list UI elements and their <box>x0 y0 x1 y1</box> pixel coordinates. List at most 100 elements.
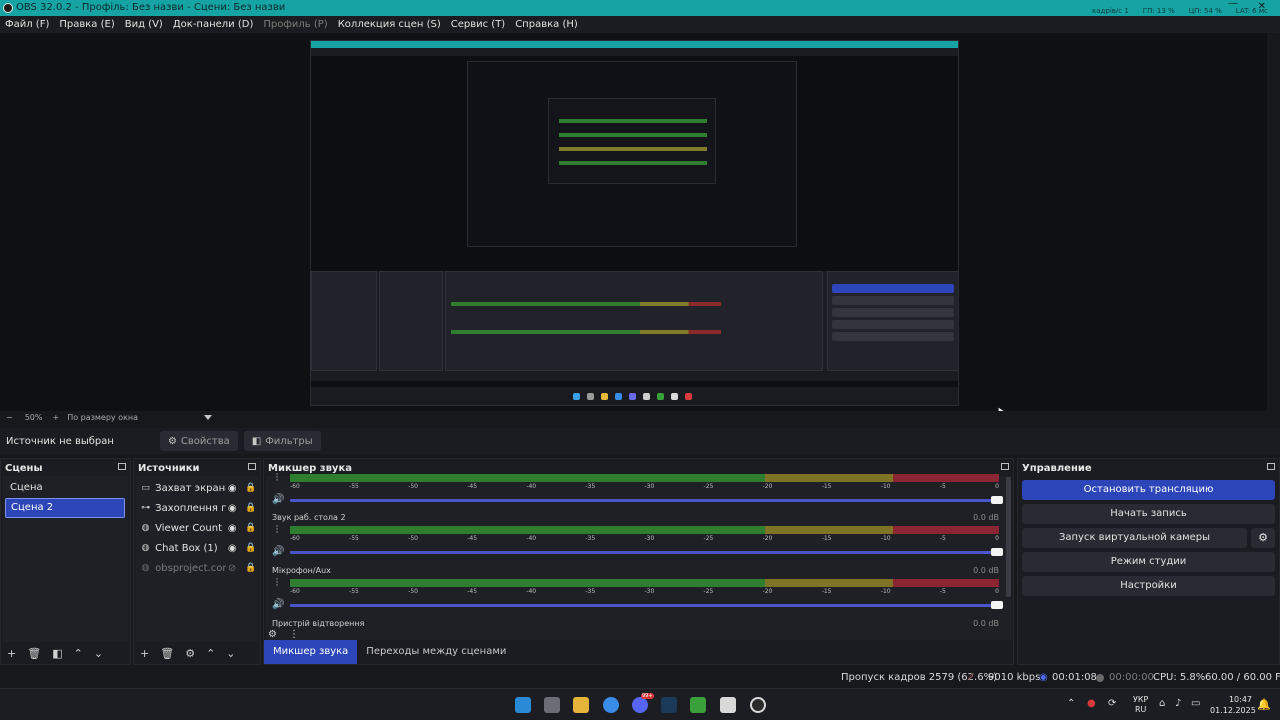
store-icon[interactable] <box>720 697 736 713</box>
scale-mode-select[interactable]: По размеру окна <box>67 413 138 422</box>
menu-item[interactable]: Справка (H) <box>510 19 583 30</box>
task-view-icon[interactable] <box>544 697 560 713</box>
kebab-menu-icon[interactable]: ⋮ <box>289 629 299 640</box>
meter-tick-label: -5 <box>939 535 946 542</box>
volume-slider[interactable] <box>290 601 1003 609</box>
control-button[interactable]: Начать запись <box>1022 504 1275 524</box>
control-button[interactable]: Настройки <box>1022 576 1275 596</box>
volume-icon[interactable]: 🔊 <box>272 546 284 557</box>
control-button[interactable]: Запуск виртуальной камеры <box>1022 528 1247 548</box>
chevron-up-icon[interactable]: ⌃ <box>206 647 215 660</box>
eye-icon[interactable]: ◉ <box>228 503 239 514</box>
tray-sync-icon[interactable]: ⟳ <box>1108 698 1116 709</box>
trash-icon[interactable]: 🗑 <box>27 647 41 660</box>
slider-handle[interactable] <box>991 548 1003 556</box>
filters-button[interactable]: ◧ Фильтры <box>243 431 321 451</box>
chrome-icon[interactable] <box>603 697 619 713</box>
obs-taskbar-icon[interactable] <box>750 697 766 713</box>
mixer-scrollbar[interactable] <box>1006 477 1011 597</box>
lock-icon[interactable]: 🔒 <box>245 543 256 553</box>
eye-icon[interactable]: ◉ <box>228 523 239 534</box>
menu-bar: Файл (F) Правка (E) Вид (V) Док-панели (D) П… <box>0 16 1280 33</box>
lock-icon[interactable]: 🔒 <box>245 503 256 513</box>
menu-item[interactable]: Док-панели (D) <box>168 19 259 30</box>
menu-item[interactable]: Файл (F) <box>0 19 54 30</box>
source-item[interactable]: ▭ Захват экрана ◉ 🔒 <box>140 478 256 498</box>
nested-taskbar <box>311 387 958 405</box>
control-button[interactable]: Остановить трансляцию <box>1022 480 1275 500</box>
wifi-icon[interactable]: ⌂ <box>1159 698 1165 709</box>
source-item[interactable]: ◍ Viewer Count ◉ 🔒 <box>140 518 257 538</box>
minimize-button[interactable]: — <box>1228 0 1238 9</box>
scene-item[interactable]: Сцена 2 <box>5 498 125 518</box>
mixer-channel: · · · -60 -55 -50 -45 -40 -35 -30 -25 -20 -15 -10 -5 0 🔊 <box>270 461 1003 513</box>
chevron-down-icon[interactable]: ⌄ <box>94 647 103 660</box>
eye-off-icon[interactable]: ⊘ <box>228 563 239 574</box>
source-item[interactable]: ◍ Chat Box (1) ◉ 🔒 <box>140 538 257 558</box>
clock[interactable]: 10:47 01.12.2025 <box>1210 694 1256 716</box>
undock-icon[interactable] <box>1267 463 1275 470</box>
minecraft-icon[interactable] <box>690 697 706 713</box>
menu-item[interactable]: Сервис (T) <box>446 19 510 30</box>
volume-icon[interactable]: ♪ <box>1175 698 1181 709</box>
source-name: Chat Box (1) <box>155 542 218 554</box>
lock-icon[interactable]: 🔒 <box>245 563 256 573</box>
kebab-menu-icon[interactable]: · · · <box>274 576 280 591</box>
gear-icon[interactable]: ⚙ <box>185 647 195 660</box>
close-button[interactable]: ✕ <box>1258 1 1266 12</box>
bitrate: 9010 kbps <box>988 672 1041 683</box>
kebab-menu-icon[interactable]: · · · <box>274 471 280 486</box>
preview-canvas[interactable] <box>310 40 959 406</box>
eye-icon[interactable]: ◉ <box>228 543 239 554</box>
virtual-camera-settings-gear-icon[interactable]: ⚙ <box>1251 528 1275 548</box>
chevron-up-icon[interactable]: ⌃ <box>74 647 83 660</box>
source-name: Viewer Count <box>155 522 223 534</box>
tray-app-icon[interactable]: ● <box>1087 698 1096 709</box>
control-button[interactable]: Режим студии <box>1022 552 1275 572</box>
eye-icon[interactable]: ◉ <box>228 483 239 494</box>
record-icon <box>1096 674 1104 682</box>
add-icon[interactable]: + <box>7 647 16 660</box>
add-icon[interactable]: + <box>140 647 149 660</box>
tray-chevron-up-icon[interactable]: ⌃ <box>1067 698 1075 709</box>
cpu-usage: CPU: 5.8% <box>1153 672 1206 683</box>
volume-slider[interactable] <box>290 496 1003 504</box>
channel-name: Мікрофон/Aux <box>272 566 331 575</box>
file-explorer-icon[interactable] <box>573 697 589 713</box>
zoom-out-button[interactable]: − <box>6 413 13 422</box>
volume-slider[interactable] <box>290 548 1003 556</box>
zoom-bar: − 50% + По размеру окна <box>0 411 1280 424</box>
slider-handle[interactable] <box>991 601 1003 609</box>
volume-icon[interactable]: 🔊 <box>272 494 284 505</box>
slider-handle[interactable] <box>991 496 1003 504</box>
advanced-audio-icon[interactable]: ⚙ <box>268 629 277 640</box>
notifications-icon[interactable]: 🔔 <box>1257 698 1271 711</box>
kebab-menu-icon[interactable]: · · · <box>274 523 280 538</box>
chevron-down-icon[interactable]: ⌄ <box>226 647 235 660</box>
source-item[interactable]: ◍ obsproject.com ⊘ 🔒 <box>140 558 257 578</box>
input-language[interactable]: УКР RU <box>1133 695 1148 715</box>
filter-icon[interactable]: ◧ <box>52 647 62 660</box>
menu-item[interactable]: Коллекция сцен (S) <box>333 19 446 30</box>
lock-icon[interactable]: 🔒 <box>245 483 256 493</box>
trash-icon[interactable]: 🗑 <box>160 647 174 660</box>
zoom-in-button[interactable]: + <box>52 413 59 422</box>
undock-icon[interactable] <box>118 463 126 470</box>
windows-start-icon[interactable] <box>515 697 531 713</box>
mixer-tab[interactable]: Переходы между сценами <box>357 640 515 664</box>
menu-item[interactable]: Вид (V) <box>120 19 168 30</box>
mixer-tab[interactable]: Микшер звука <box>264 640 358 664</box>
discord-icon[interactable]: 99+ <box>632 693 654 713</box>
undock-icon[interactable] <box>248 463 256 470</box>
chevron-down-icon[interactable] <box>204 415 213 420</box>
menu-item[interactable]: Правка (E) <box>54 19 119 30</box>
menu-item[interactable]: Профиль (P) <box>258 19 332 30</box>
steam-icon[interactable] <box>661 697 677 713</box>
lock-icon[interactable]: 🔒 <box>245 523 256 533</box>
zoom-value: 50% <box>24 413 43 422</box>
battery-icon[interactable]: ▭ <box>1191 698 1200 709</box>
properties-button[interactable]: ⚙ Свойства <box>159 431 238 451</box>
volume-icon[interactable]: 🔊 <box>272 599 284 610</box>
scene-item[interactable]: Сцена <box>5 478 125 498</box>
source-item[interactable]: ⊶ Захоплення гри◉ 🔒 <box>140 498 256 518</box>
